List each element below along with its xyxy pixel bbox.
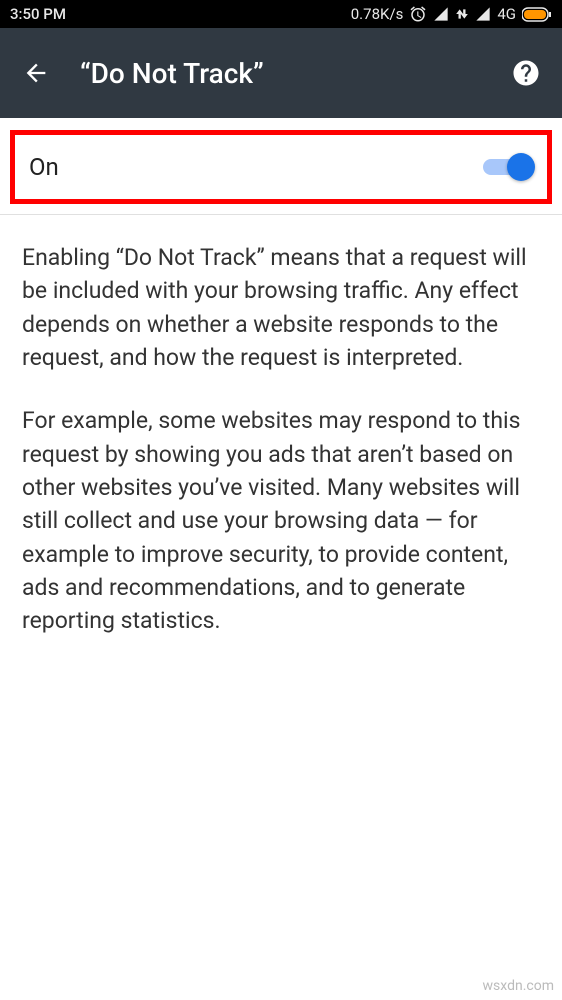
description-paragraph-2: For example, some websites may respond t… bbox=[22, 404, 540, 637]
help-icon bbox=[511, 58, 541, 88]
description: Enabling “Do Not Track” means that a req… bbox=[0, 229, 562, 680]
status-network: 4G bbox=[497, 5, 516, 23]
divider bbox=[0, 214, 562, 215]
toggle-thumb bbox=[507, 153, 535, 181]
toggle-label: On bbox=[29, 153, 59, 181]
back-button[interactable] bbox=[16, 53, 56, 93]
app-bar: “Do Not Track” bbox=[0, 28, 562, 118]
status-time: 3:50 PM bbox=[10, 5, 66, 23]
help-button[interactable] bbox=[506, 53, 546, 93]
do-not-track-toggle-row[interactable]: On bbox=[10, 130, 552, 204]
battery-icon bbox=[522, 7, 552, 22]
status-bar: 3:50 PM 0.78K/s 4G bbox=[0, 0, 562, 28]
status-right: 0.78K/s 4G bbox=[351, 5, 552, 23]
page-title: “Do Not Track” bbox=[80, 57, 482, 90]
data-arrows-icon bbox=[455, 7, 469, 21]
status-speed: 0.78K/s bbox=[351, 5, 404, 23]
arrow-back-icon bbox=[22, 59, 50, 87]
description-paragraph-1: Enabling “Do Not Track” means that a req… bbox=[22, 241, 540, 374]
alarm-icon bbox=[409, 5, 427, 23]
signal-icon-2 bbox=[475, 6, 491, 22]
signal-icon-1 bbox=[433, 6, 449, 22]
content: On Enabling “Do Not Track” means that a … bbox=[0, 130, 562, 680]
watermark: wsxdn.com bbox=[483, 978, 554, 994]
toggle-switch[interactable] bbox=[483, 153, 533, 181]
